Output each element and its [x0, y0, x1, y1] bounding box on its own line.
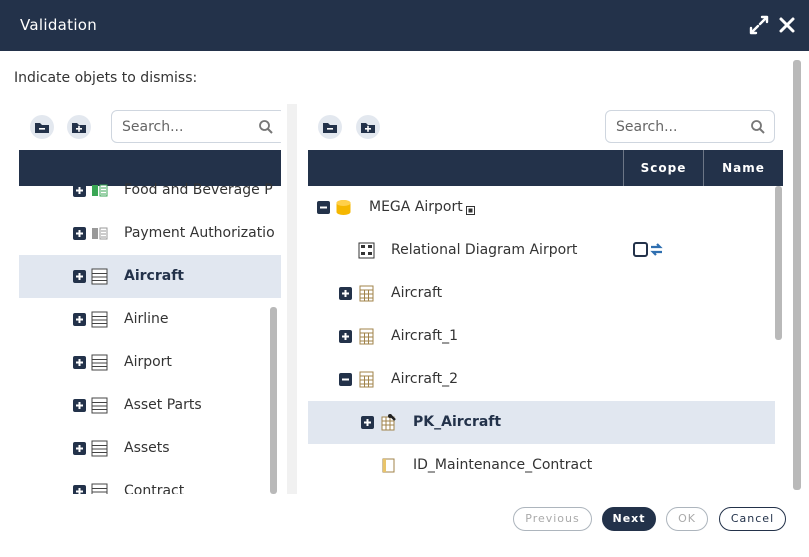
previous-button[interactable]: Previous	[513, 507, 592, 531]
tree-row-label: Aircraft_2	[391, 371, 459, 387]
list-item[interactable]: Airline	[19, 298, 281, 341]
right-scrollbar[interactable]	[775, 186, 782, 340]
tree-row-selected[interactable]: PK_Aircraft	[308, 401, 775, 444]
tree-row-label: Aircraft_1	[391, 328, 459, 344]
expand-icon[interactable]	[73, 485, 86, 494]
instructions-text: Indicate objets to dismiss:	[14, 70, 198, 86]
key-icon	[381, 414, 396, 431]
list-item-label: Contract	[124, 483, 185, 494]
table-icon	[91, 440, 108, 457]
calculator-icon	[359, 285, 374, 302]
right-panel: Search... Scope Name MEGA Airport Relati…	[308, 104, 783, 494]
tree-row-label: Relational Diagram Airport	[391, 242, 578, 258]
expand-icon[interactable]	[748, 14, 770, 36]
validation-dialog: Validation Indicate objets to dismiss: S…	[0, 0, 809, 557]
list-item[interactable]: Payment Authorizatio	[19, 212, 281, 255]
calculator-icon	[359, 328, 374, 345]
expand-icon[interactable]	[73, 442, 86, 455]
expand-all-button[interactable]	[67, 115, 91, 139]
expand-all-button[interactable]	[356, 115, 380, 139]
collapse-icon[interactable]	[317, 201, 330, 214]
table-icon	[91, 311, 108, 328]
green-tag-icon	[92, 184, 108, 197]
dialog-scrollbar[interactable]	[793, 60, 801, 490]
collapse-all-button[interactable]	[30, 115, 54, 139]
left-search-input[interactable]: Search...	[122, 119, 183, 135]
database-icon	[336, 200, 351, 215]
table-icon	[91, 268, 108, 285]
list-item-label: Assets	[124, 440, 170, 456]
grey-tag-icon	[92, 227, 108, 240]
expand-icon[interactable]	[339, 330, 352, 343]
list-item-label: Payment Authorizatio	[124, 225, 275, 241]
tree-row[interactable]: Aircraft_2	[308, 358, 783, 401]
dialog-title: Validation	[20, 16, 98, 34]
tree-row[interactable]: Relational Diagram Airport	[308, 229, 783, 272]
expand-icon[interactable]	[73, 184, 86, 197]
column-header-scope[interactable]: Scope	[623, 150, 703, 186]
expand-icon[interactable]	[361, 416, 374, 429]
tree-row-label: ID_Maintenance_Contract	[413, 457, 593, 473]
column-header-name[interactable]: Name	[703, 150, 783, 186]
list-item-label: Food and Beverage P	[124, 182, 273, 198]
right-header-bar: Scope Name	[308, 150, 783, 186]
table-icon	[91, 397, 108, 414]
collapse-icon[interactable]	[339, 373, 352, 386]
panel-divider[interactable]	[287, 104, 297, 494]
scope-toggle-icon[interactable]	[633, 241, 665, 259]
tree-row-label: PK_Aircraft	[413, 414, 502, 430]
diagram-icon	[358, 242, 375, 259]
left-panel: Search... Food and Beverage P Payment Au…	[19, 104, 281, 494]
tree-row[interactable]: MEGA Airport	[308, 186, 783, 229]
expand-icon[interactable]	[73, 399, 86, 412]
tree-row-label: MEGA Airport	[369, 199, 463, 215]
search-icon[interactable]	[258, 119, 274, 135]
list-item[interactable]: Food and Beverage P	[19, 169, 281, 212]
ok-button[interactable]: OK	[666, 507, 708, 531]
expand-icon[interactable]	[73, 356, 86, 369]
expand-icon[interactable]	[73, 270, 86, 283]
list-item-selected[interactable]: Aircraft	[19, 255, 281, 298]
tree-row-label: Aircraft	[391, 285, 443, 301]
tree-row[interactable]: Aircraft	[308, 272, 783, 315]
expand-icon[interactable]	[73, 227, 86, 240]
tree-row[interactable]: Aircraft_1	[308, 315, 783, 358]
list-item-label: Asset Parts	[124, 397, 202, 413]
list-item[interactable]: Airport	[19, 341, 281, 384]
column-icon	[382, 458, 395, 473]
list-item[interactable]: Assets	[19, 427, 281, 470]
next-button[interactable]: Next	[602, 507, 656, 531]
list-item[interactable]: Contract	[19, 470, 281, 494]
list-item-label: Aircraft	[124, 268, 184, 284]
title-bar: Validation	[0, 0, 809, 51]
right-search-input[interactable]: Search...	[616, 119, 677, 135]
table-icon	[91, 483, 108, 494]
list-item-label: Airline	[124, 311, 169, 327]
calculator-icon	[359, 371, 374, 388]
left-search-box[interactable]: Search...	[111, 110, 281, 143]
right-search-box[interactable]: Search...	[605, 110, 775, 143]
list-item-label: Airport	[124, 354, 172, 370]
table-icon	[91, 354, 108, 371]
search-icon[interactable]	[750, 119, 766, 135]
collapse-all-button[interactable]	[318, 115, 342, 139]
cancel-button[interactable]: Cancel	[719, 507, 786, 531]
close-icon[interactable]	[776, 14, 798, 36]
list-item[interactable]: Asset Parts	[19, 384, 281, 427]
expand-icon[interactable]	[339, 287, 352, 300]
expand-icon[interactable]	[73, 313, 86, 326]
left-scrollbar[interactable]	[270, 307, 277, 494]
link-icon[interactable]	[466, 206, 475, 215]
tree-row[interactable]: ID_Maintenance_Contract	[308, 444, 783, 487]
